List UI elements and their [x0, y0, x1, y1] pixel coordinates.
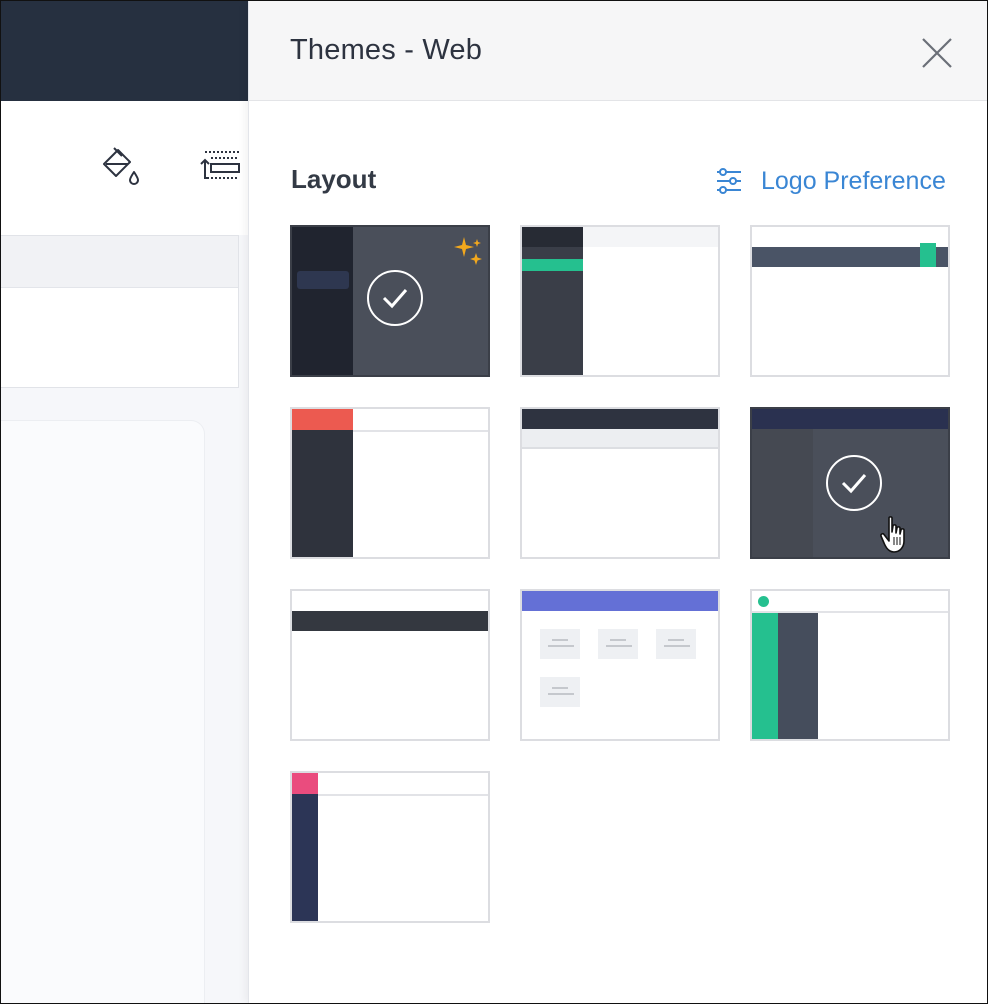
theme-preview-tile [540, 677, 580, 707]
theme-preview-sidebar [752, 429, 813, 557]
theme-preview-sidebar [522, 227, 583, 375]
section-title-layout: Layout [291, 164, 377, 194]
app-header [1, 1, 248, 101]
theme-preview-logo-dot [758, 596, 769, 607]
theme-preview-rail [752, 613, 778, 739]
theme-preview-topbar [522, 409, 718, 429]
theme-9[interactable] [750, 589, 950, 741]
theme-preview-sidebar [778, 613, 818, 739]
theme-preview-tile [598, 629, 638, 659]
logo-preference-label: Logo Preference [761, 166, 946, 195]
paint-bucket-icon[interactable] [98, 144, 142, 188]
theme-preview-sidebar [292, 227, 353, 375]
theme-preview-topbar [292, 611, 488, 631]
theme-3[interactable] [750, 225, 950, 377]
theme-preview-sidebar [292, 794, 318, 921]
theme-6[interactable] [750, 407, 950, 559]
hand-cursor-icon [880, 516, 905, 553]
panel-title: Themes - Web [290, 34, 483, 66]
selected-check-icon [826, 455, 882, 511]
theme-preview-subbar [522, 429, 718, 449]
theme-2[interactable] [520, 225, 720, 377]
theme-preview-tile [656, 629, 696, 659]
close-icon [922, 38, 952, 68]
theme-preview-active-item [297, 271, 349, 289]
sparkles-icon [454, 237, 482, 265]
theme-5[interactable] [520, 407, 720, 559]
theme-preview-sidebar [292, 409, 353, 557]
selected-check-icon [367, 270, 423, 326]
theme-preview-topbar [583, 227, 718, 247]
theme-10[interactable] [290, 771, 490, 923]
theme-4[interactable] [290, 407, 490, 559]
logo-preference-link[interactable]: Logo Preference [715, 164, 946, 198]
theme-preview-divider [318, 794, 488, 796]
theme-8[interactable] [520, 589, 720, 741]
app-content-area [1, 420, 205, 1004]
theme-1[interactable] [290, 225, 490, 377]
theme-preview-logo-area [292, 773, 318, 794]
theme-preview-logo-area [292, 409, 353, 430]
close-button[interactable] [919, 35, 955, 71]
panel-header: Themes - Web [249, 1, 987, 101]
themes-panel: Themes - Web Layout Logo Preference [248, 1, 987, 1003]
theme-preview-divider [353, 430, 488, 432]
theme-preview-logo-area [522, 227, 583, 247]
app-card [1, 235, 239, 388]
app-card-header [1, 236, 238, 288]
theme-7[interactable] [290, 589, 490, 741]
theme-preview-topbar [752, 409, 948, 429]
theme-preview-tile [540, 629, 580, 659]
layout-list-icon[interactable] [197, 144, 241, 188]
theme-preview-topbar [752, 247, 948, 267]
theme-preview-active-item [522, 259, 583, 271]
sliders-icon [715, 167, 743, 195]
theme-preview-active-tab [920, 243, 936, 267]
theme-preview-topbar [522, 591, 718, 611]
